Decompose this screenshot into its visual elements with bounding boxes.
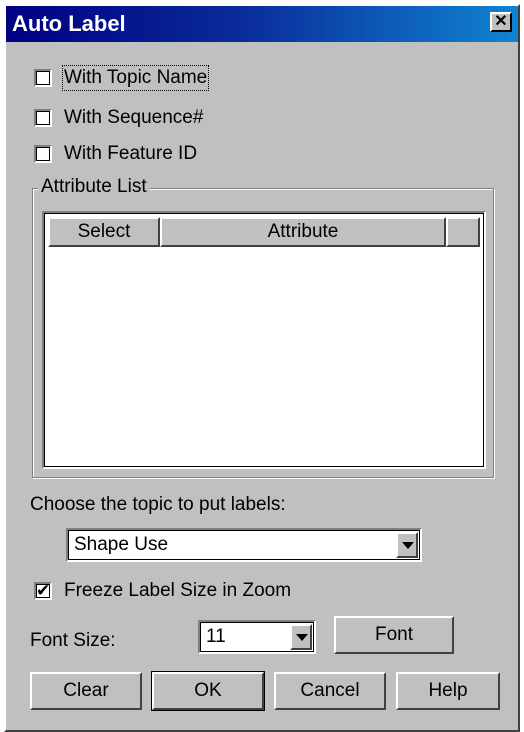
close-icon: ✕ [494, 13, 508, 30]
topic-select-value: Shape Use [74, 534, 169, 555]
ok-button[interactable]: OK [151, 671, 265, 711]
with-sequence-label: With Sequence# [64, 107, 204, 128]
font-size-select[interactable]: 11 [198, 620, 316, 654]
font-button[interactable]: Font [334, 616, 454, 654]
title-bar: Auto Label ✕ [6, 6, 518, 42]
checkbox-box[interactable] [34, 69, 52, 87]
close-button[interactable]: ✕ [490, 12, 512, 32]
cancel-button[interactable]: Cancel [274, 672, 386, 710]
with-sequence-checkbox[interactable]: With Sequence# [34, 106, 203, 130]
with-topic-name-checkbox[interactable]: With Topic Name [34, 65, 210, 91]
with-topic-name-label: With Topic Name [61, 65, 210, 91]
with-feature-id-checkbox[interactable]: With Feature ID [34, 142, 197, 166]
font-size-label: Font Size: [30, 630, 116, 651]
font-size-value: 11 [206, 626, 226, 647]
column-header-attribute[interactable]: Attribute [160, 217, 446, 247]
chevron-down-icon[interactable] [396, 532, 418, 558]
freeze-label-size-label: Freeze Label Size in Zoom [64, 580, 292, 601]
chevron-down-icon[interactable] [290, 624, 312, 650]
help-button[interactable]: Help [396, 672, 500, 710]
window-title: Auto Label [12, 11, 126, 36]
topic-select[interactable]: Shape Use [66, 528, 422, 562]
checkbox-box[interactable]: ✔ [34, 582, 52, 600]
freeze-label-size-checkbox[interactable]: ✔ Freeze Label Size in Zoom [34, 579, 291, 603]
with-feature-id-label: With Feature ID [64, 143, 198, 164]
column-header-select[interactable]: Select [48, 217, 160, 247]
checkbox-box[interactable] [34, 145, 52, 163]
column-header-extra[interactable] [446, 217, 480, 247]
topic-label: Choose the topic to put labels: [30, 494, 286, 515]
checkbox-box[interactable] [34, 109, 52, 127]
attribute-list-view[interactable]: Select Attribute [42, 211, 486, 469]
auto-label-dialog: Auto Label ✕ With Topic Name With Sequen… [4, 4, 520, 732]
clear-button[interactable]: Clear [30, 672, 142, 710]
attribute-list-title: Attribute List [38, 176, 150, 198]
